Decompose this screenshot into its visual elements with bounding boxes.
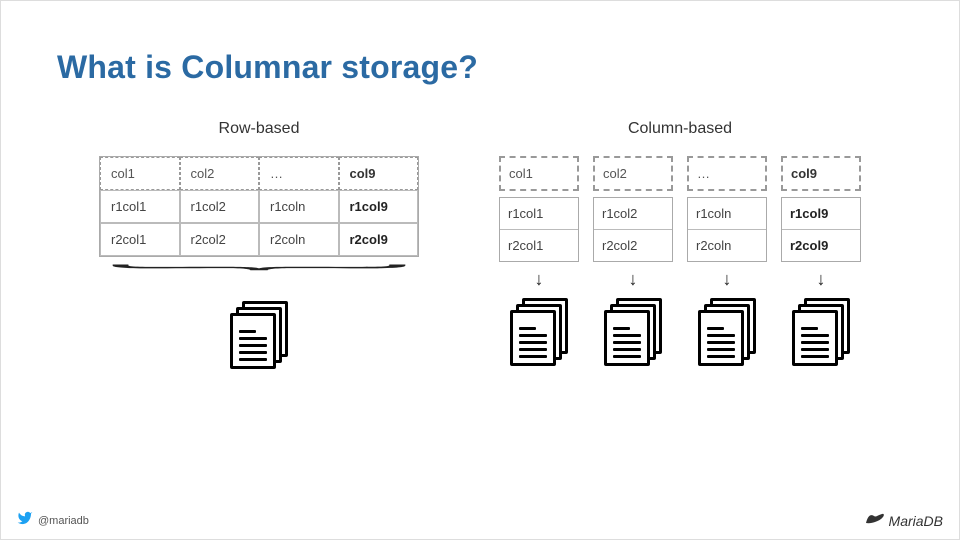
row-based-label: Row-based (219, 120, 300, 138)
row-based-file-output (230, 301, 288, 369)
header-cell: col2 (180, 157, 260, 190)
data-cell: r2coln (259, 223, 339, 256)
column-group: col1 r1col1 r2col1 (499, 156, 579, 262)
header-cell: col9 (781, 156, 861, 191)
slide-title: What is Columnar storage? (57, 49, 903, 86)
brand-name: MariaDB (889, 513, 943, 529)
data-cell: r1col1 (100, 190, 180, 223)
table-header-row: col1 col2 … col9 (100, 157, 418, 190)
file-stack-icon (792, 298, 850, 366)
data-cell: r1col2 (180, 190, 260, 223)
twitter-handle-text: @mariadb (38, 515, 89, 527)
footer: @mariadb MariaDB (1, 510, 959, 531)
data-cell: r2col2 (180, 223, 260, 256)
arrow-down-icon: ↓ (817, 270, 826, 288)
column-based-arrows: ↓ ↓ ↓ (499, 266, 861, 366)
column-group: … r1coln r2coln (687, 156, 767, 262)
data-cell: r1col9 (339, 190, 419, 223)
column-group: col9 r1col9 r2col9 (781, 156, 861, 262)
data-cell: r1col9 (782, 198, 860, 230)
header-cell: col9 (339, 157, 419, 190)
file-stack-icon (510, 298, 568, 366)
diagram-container: Row-based col1 col2 … col9 r1col1 r1col2… (57, 120, 903, 369)
data-cell: r2col1 (100, 223, 180, 256)
row-based-panel: Row-based col1 col2 … col9 r1col1 r1col2… (99, 120, 419, 369)
column-based-panel: Column-based col1 r1col1 r2col1 col2 r1c… (499, 120, 861, 369)
header-cell: … (259, 157, 339, 190)
column-based-label: Column-based (628, 120, 732, 138)
curly-brace-icon: ︸ (105, 270, 413, 283)
data-cell: r1col2 (594, 198, 672, 230)
data-cell: r2col9 (339, 223, 419, 256)
twitter-handle: @mariadb (17, 510, 89, 531)
row-based-table: col1 col2 … col9 r1col1 r1col2 r1coln r1… (99, 156, 419, 257)
arrow-down-icon: ↓ (629, 270, 638, 288)
data-cell: r2col9 (782, 230, 860, 261)
table-row: r1col1 r1col2 r1coln r1col9 (100, 190, 418, 223)
brand-logo: MariaDB (865, 511, 943, 530)
header-cell: col2 (593, 156, 673, 191)
twitter-bird-icon (17, 510, 33, 531)
file-stack-icon (230, 301, 288, 369)
arrow-down-icon: ↓ (535, 270, 544, 288)
data-cell: r2coln (688, 230, 766, 261)
column-based-table: col1 r1col1 r2col1 col2 r1col2 r2col2 … (499, 156, 861, 262)
file-stack-icon (604, 298, 662, 366)
seal-icon (865, 511, 885, 530)
header-cell: col1 (100, 157, 180, 190)
data-cell: r1coln (259, 190, 339, 223)
file-stack-icon (698, 298, 756, 366)
column-group: col2 r1col2 r2col2 (593, 156, 673, 262)
arrow-down-icon: ↓ (723, 270, 732, 288)
data-cell: r1col1 (500, 198, 578, 230)
table-row: r2col1 r2col2 r2coln r2col9 (100, 223, 418, 256)
data-cell: r1coln (688, 198, 766, 230)
header-cell: col1 (499, 156, 579, 191)
header-cell: … (687, 156, 767, 191)
data-cell: r2col2 (594, 230, 672, 261)
data-cell: r2col1 (500, 230, 578, 261)
